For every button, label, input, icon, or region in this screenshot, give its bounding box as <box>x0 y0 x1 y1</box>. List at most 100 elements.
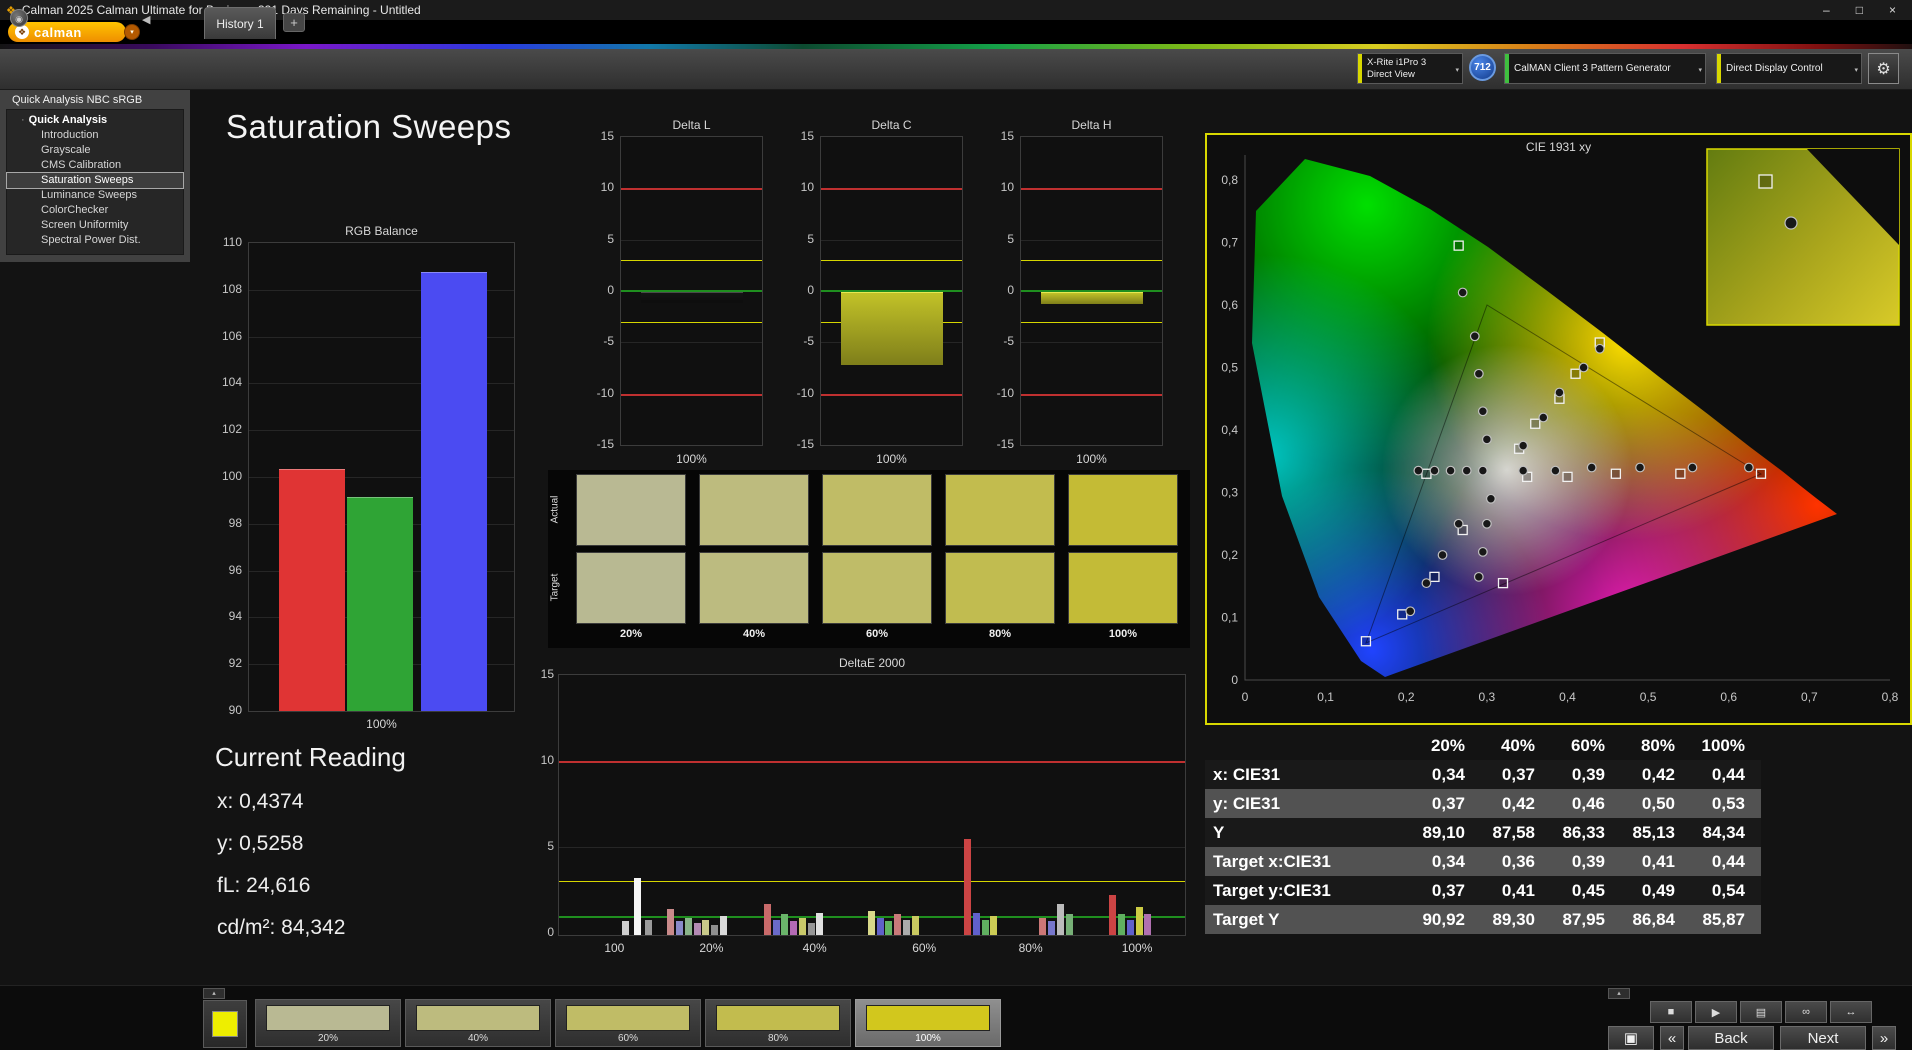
deltae-bar <box>990 916 998 935</box>
last-page-button[interactable]: » <box>1872 1026 1896 1050</box>
table-cell: 86,84 <box>1632 910 1675 929</box>
back-button[interactable]: Back <box>1688 1026 1774 1050</box>
cie-y-tick: 0,2 <box>1221 548 1238 562</box>
cie-title: CIE 1931 xy <box>1525 140 1592 154</box>
deltae-bar <box>972 912 980 935</box>
add-tab-button[interactable]: + <box>283 13 305 32</box>
cie-measured-marker <box>1461 465 1472 476</box>
source-dropdown[interactable]: CalMAN Client 3 Pattern Generator ▾ <box>1504 53 1706 84</box>
target-patch-60% <box>822 552 932 624</box>
tick-label: 98 <box>228 515 242 530</box>
minimize-button[interactable]: – <box>1823 3 1830 17</box>
sidebar-item-saturation-sweeps[interactable]: Saturation Sweeps <box>6 172 184 189</box>
cie-x-tick: 0,1 <box>1317 690 1334 704</box>
tab-history-1[interactable]: History 1 <box>204 7 276 39</box>
pattern-swatch <box>866 1005 990 1031</box>
reference-line-zero <box>1021 290 1162 292</box>
sidebar-item-luminance-sweeps[interactable]: Luminance Sweeps <box>7 188 183 203</box>
deltae-bar <box>684 917 692 935</box>
cie-measured-marker <box>1477 546 1488 557</box>
actual-patch-40% <box>699 474 809 546</box>
pattern-level-20%[interactable]: 20% <box>255 999 401 1047</box>
source-name: CalMAN Client 3 Pattern Generator <box>1514 63 1671 74</box>
cie-y-tick: 0,4 <box>1221 423 1238 437</box>
delta_c-bar <box>841 291 943 365</box>
gridline <box>559 847 1185 848</box>
inset-measured-marker <box>1784 216 1798 230</box>
workflow-header: Quick Analysis NBC sRGB <box>12 94 143 106</box>
table-row: Target y:CIE31 0,37 0,41 0,45 0,49 0,54 <box>1205 876 1761 905</box>
table-cell: 85,13 <box>1632 823 1675 842</box>
sidebar-item-screen-uniformity[interactable]: Screen Uniformity <box>7 218 183 233</box>
meter-status-badge[interactable]: 712 <box>1469 54 1496 81</box>
cie-y-tick: 0,5 <box>1221 361 1238 375</box>
saturation-patch-grid: Actual Target 20% 40% 60% 80% 100% <box>548 470 1190 648</box>
tick-label: 15 <box>540 667 554 681</box>
maximize-button[interactable]: □ <box>1856 3 1863 17</box>
delta_l-title: Delta L <box>672 118 711 132</box>
deltae-xlabel: 100 <box>604 941 625 955</box>
chevron-down-icon: ▾ <box>1698 67 1702 74</box>
table-header-row: 20% 40% 60% 80% 100% <box>1205 732 1761 760</box>
cie-measured-marker <box>1518 440 1529 451</box>
pattern-level-80%[interactable]: 80% <box>705 999 851 1047</box>
pattern-level-100%[interactable]: 100% <box>855 999 1001 1047</box>
tick-label: 10 <box>1000 180 1014 195</box>
pattern-level-40%[interactable]: 40% <box>405 999 551 1047</box>
deltae-bar <box>1039 917 1047 935</box>
workflow-root[interactable]: · Quick Analysis <box>7 113 183 128</box>
deltae-bar <box>644 919 652 935</box>
pattern-level-label: 60% <box>617 1033 638 1044</box>
chevron-down-icon: ▾ <box>1455 67 1459 74</box>
cie-measured-marker <box>1578 362 1589 373</box>
reference-line-zero <box>821 290 962 292</box>
chevrons-left-icon: « <box>1667 1029 1677 1047</box>
calman-logo[interactable]: ❖ calman <box>8 22 126 42</box>
tick-label: -10 <box>796 385 814 400</box>
deltae-bar <box>763 904 771 935</box>
display-dropdown[interactable]: Direct Display Control ▾ <box>1716 53 1862 84</box>
next-button[interactable]: Next <box>1780 1026 1866 1050</box>
settings-button[interactable]: ⚙ <box>1868 53 1899 84</box>
gridline <box>1021 239 1162 241</box>
chevron-down-icon: ▾ <box>1854 67 1858 74</box>
cie-y-tick: 0,1 <box>1221 611 1238 625</box>
sweep-color-button[interactable] <box>203 1000 247 1048</box>
table-row-label: Target x:CIE31 <box>1213 852 1331 871</box>
cie-measured-marker <box>1453 518 1464 529</box>
pattern-level-60%[interactable]: 60% <box>555 999 701 1047</box>
sidebar-item-cms-calibration[interactable]: CMS Calibration <box>7 158 183 173</box>
page-title: Saturation Sweeps <box>226 108 512 145</box>
cie-measured-marker <box>1457 287 1468 298</box>
loop-button[interactable]: ∞ <box>1785 1001 1827 1023</box>
cie-y-tick: 0 <box>1231 673 1238 687</box>
collapse-up-icon[interactable]: ▴ <box>203 988 225 999</box>
cie-measured-marker <box>1594 343 1605 354</box>
collapse-up-icon[interactable]: ▴ <box>1608 988 1630 999</box>
sidebar-item-spectral-power-dist-[interactable]: Spectral Power Dist. <box>7 233 183 248</box>
cie-measured-marker <box>1469 331 1480 342</box>
sidebar-item-introduction[interactable]: Introduction <box>7 128 183 143</box>
workflow-panel-icon[interactable]: ◉ <box>10 9 28 27</box>
stop-button[interactable]: ■ <box>1650 1001 1692 1023</box>
deltae-bar <box>902 919 910 935</box>
delta_c-xlabel: 100% <box>876 452 907 466</box>
tick-label: -5 <box>803 334 814 349</box>
logo-menu-arrow-icon[interactable]: ▾ <box>124 24 140 40</box>
pattern-window-button[interactable]: ▣ <box>1608 1026 1654 1050</box>
close-button[interactable]: × <box>1889 3 1896 17</box>
meter-dropdown[interactable]: X-Rite i1Pro 3 Direct View ▾ <box>1357 53 1463 84</box>
tick-label: 5 <box>807 231 814 246</box>
table-cell: 0,50 <box>1641 794 1675 813</box>
pattern-button[interactable]: ▤ <box>1740 1001 1782 1023</box>
cie-measured-marker <box>1477 465 1488 476</box>
play-button[interactable]: ▶ <box>1695 1001 1737 1023</box>
swap-button[interactable]: ↔ <box>1830 1001 1872 1023</box>
first-page-button[interactable]: « <box>1660 1026 1684 1050</box>
reference-line <box>621 321 762 323</box>
collapse-sidebar-icon[interactable]: ◀ <box>142 13 150 26</box>
sidebar-item-colorchecker[interactable]: ColorChecker <box>7 203 183 218</box>
sidebar-item-grayscale[interactable]: Grayscale <box>7 143 183 158</box>
reference-line <box>621 393 762 396</box>
row-label-target: Target <box>549 573 561 602</box>
